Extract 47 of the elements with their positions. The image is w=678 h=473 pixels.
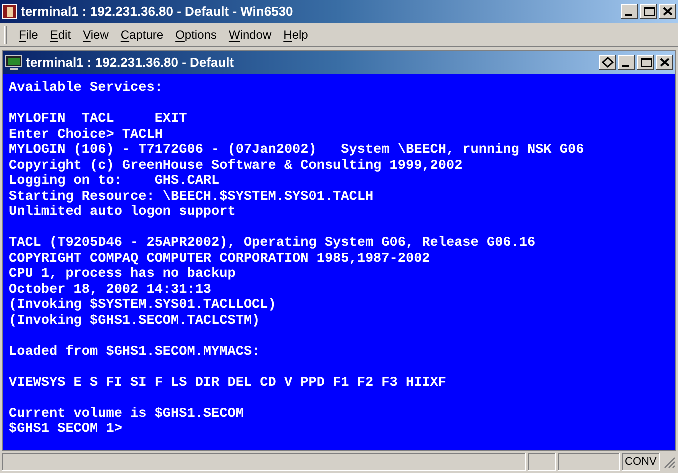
maximize-button[interactable] xyxy=(640,4,657,19)
minimize-button[interactable] xyxy=(618,55,635,70)
status-pane xyxy=(528,453,556,471)
menu-item[interactable]: Edit xyxy=(45,26,76,44)
close-button[interactable] xyxy=(656,55,673,70)
menu-item[interactable]: Capture xyxy=(116,26,169,44)
terminal-line: Available Services: xyxy=(9,81,163,96)
maximize-icon xyxy=(638,56,652,69)
terminal-line: MYLOFIN TACL EXIT xyxy=(9,112,188,128)
options-button[interactable] xyxy=(599,55,616,70)
window-title: terminal1 : 192.231.36.80 - Default xyxy=(26,54,234,72)
close-icon xyxy=(658,56,672,69)
terminal-line: (Invoking $GHS1.SECOM.TACLCSTM) xyxy=(9,314,260,329)
menu-item[interactable]: File xyxy=(14,26,44,44)
terminal-line: Logging on to: GHS.CARL xyxy=(9,174,220,190)
close-button[interactable] xyxy=(659,4,676,19)
close-icon xyxy=(660,5,674,18)
status-pane xyxy=(558,453,620,471)
terminal-line: Current volume is $GHS1.SECOM xyxy=(9,406,244,422)
terminal-line: $GHS1 SECOM 1> xyxy=(9,422,122,438)
terminal-line: (Invoking $SYSTEM.SYS01.TACLLOCL) xyxy=(9,298,276,314)
minimize-icon xyxy=(625,14,632,16)
terminal-line: Starting Resource: \BEECH.$SYSTEM.SYS01.TACLH xyxy=(9,190,374,205)
terminal-line: TACL (T9205D46 - 25APR2002), Operating System G06, Release G06.16 xyxy=(9,236,536,252)
status-mode: CONV xyxy=(622,453,660,471)
minimize-button[interactable] xyxy=(621,4,638,19)
terminal-line: Copyright (c) GreenHouse Software & Consulting 1999,2002 xyxy=(9,158,463,174)
diamond-icon xyxy=(600,56,614,69)
terminal-line: VIEWSYS E S FI SI F LS DIR DEL CD V PPD F1 F2 F3 HIIXF xyxy=(9,376,446,391)
menu-item[interactable]: Window xyxy=(224,26,277,44)
terminal-line: October 18, 2002 14:31:13 xyxy=(9,282,212,298)
terminal-line: MYLOGIN (106) - T7172G06 - (07Jan2002) System \BEECH, running NSK G06 xyxy=(9,143,584,158)
monitor-icon xyxy=(5,54,23,70)
terminal-line: Loaded from $GHS1.SECOM.MYMACS: xyxy=(9,344,260,360)
terminal-line: COPYRIGHT COMPAQ COMPUTER CORPORATION 1985,1987-2002 xyxy=(9,252,430,267)
menu-item[interactable]: Options xyxy=(170,26,222,44)
resize-grip-icon[interactable] xyxy=(662,455,676,469)
window-title: terminal1 : 192.231.36.80 - Default - Win6530 xyxy=(21,2,294,21)
menu-item[interactable]: View xyxy=(78,26,114,44)
app-icon xyxy=(2,4,18,20)
minimize-icon xyxy=(622,65,629,67)
terminal-line: Unlimited auto logon support xyxy=(9,205,236,220)
terminal-line: Enter Choice> TACLH xyxy=(9,128,163,143)
maximize-button[interactable] xyxy=(637,55,654,70)
maximize-icon xyxy=(642,5,656,18)
menu-item[interactable]: Help xyxy=(278,26,314,44)
terminal-line: CPU 1, process has no backup xyxy=(9,267,236,282)
